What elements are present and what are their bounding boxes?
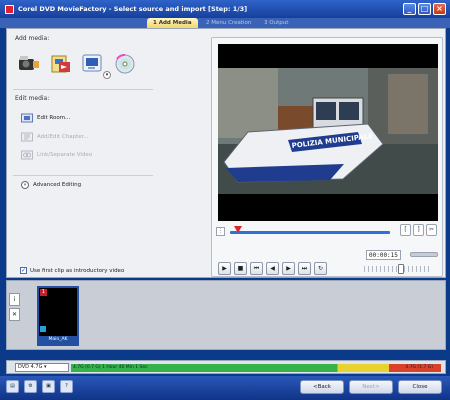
add-media-label: Add media: xyxy=(15,35,50,42)
info-icon[interactable]: i xyxy=(9,293,20,306)
left-panel: Add media: ▾ Edit media: Edit Room... Ad… xyxy=(7,29,207,277)
minimize-button[interactable]: _ xyxy=(403,3,416,15)
mark-out-button[interactable]: ] xyxy=(413,224,424,236)
step-output[interactable]: 3 Output xyxy=(258,18,294,28)
jog-slider[interactable] xyxy=(364,264,430,274)
tools-icon[interactable]: ⚙ xyxy=(24,380,37,393)
clip-type-icon xyxy=(40,326,46,332)
link-separate-video-label: Link/Separate Video xyxy=(37,152,93,158)
close-window-button[interactable]: × xyxy=(433,3,446,15)
scrub-track[interactable] xyxy=(230,231,390,234)
bottom-bar: ▤ ⚙ ▣ ? <Back Next> Close xyxy=(0,376,450,400)
volume-slider[interactable] xyxy=(410,252,438,257)
separator xyxy=(13,175,153,176)
disc-format-select[interactable]: DVD 4.7G ▾ xyxy=(15,363,69,372)
next-button[interactable]: Next> xyxy=(349,380,393,394)
delete-icon[interactable]: ✕ xyxy=(9,308,20,321)
split-icon[interactable]: ✂ xyxy=(426,224,437,236)
clip-caption: Main_AK xyxy=(39,336,77,344)
close-button[interactable]: Close xyxy=(398,380,442,394)
timecode-display[interactable]: 00:00:15 xyxy=(366,250,401,260)
clip-strip: i ✕ 1 Main_AK xyxy=(6,280,446,350)
add-media-toolbar: ▾ xyxy=(17,53,137,79)
clip-thumbnail[interactable]: 1 Main_AK xyxy=(37,286,79,346)
expand-icon: » xyxy=(21,181,29,189)
project-settings-icon[interactable]: ▤ xyxy=(6,380,19,393)
video-frame-image: POLIZIA MUNICIPALE xyxy=(218,44,438,221)
previous-frame-icon[interactable]: ◀ xyxy=(266,262,279,275)
strip-tools: i ✕ xyxy=(9,293,20,321)
import-disc-icon[interactable] xyxy=(113,53,137,75)
app-icon xyxy=(5,4,14,14)
film-edit-icon xyxy=(21,113,33,123)
home-icon[interactable]: ⏮ xyxy=(250,262,263,275)
window-controls: _ □ × xyxy=(403,3,446,15)
wizard-navigation: <Back Next> Close xyxy=(300,380,442,394)
capacity-text-right: 4.7G (1.7 G) xyxy=(405,365,433,370)
preferences-icon[interactable]: ▣ xyxy=(42,380,55,393)
trim-buttons: [ ] ✂ xyxy=(400,224,437,236)
repeat-icon[interactable]: ↻ xyxy=(314,262,327,275)
chevron-down-icon[interactable]: ▾ xyxy=(103,71,111,79)
back-button[interactable]: <Back xyxy=(300,380,344,394)
stop-icon[interactable]: ■ xyxy=(234,262,247,275)
link-icon xyxy=(21,150,33,160)
import-dvd-video-icon[interactable]: ▾ xyxy=(81,53,111,79)
link-separate-video-button[interactable]: Link/Separate Video xyxy=(21,150,92,160)
title-bar: Corel DVD MovieFactory - Select source a… xyxy=(0,0,450,18)
mark-icon[interactable]: ⋮ xyxy=(216,227,225,236)
add-edit-chapter-button[interactable]: Add/Edit Chapter... xyxy=(21,132,89,142)
add-edit-chapter-label: Add/Edit Chapter... xyxy=(37,134,89,140)
play-icon[interactable]: ▶ xyxy=(218,262,231,275)
end-icon[interactable]: ⏭ xyxy=(298,262,311,275)
mark-in-button[interactable]: [ xyxy=(400,224,411,236)
playback-controls: ▶ ■ ⏮ ◀ ▶ ⏭ ↻ xyxy=(218,262,327,275)
use-first-clip-checkbox[interactable]: ✓ xyxy=(20,267,27,274)
disc-format-value: DVD 4.7G xyxy=(18,364,43,370)
disc-capacity-bar: DVD 4.7G ▾ 4.7G (0.7 G) 1 Hour 46 Min 1 … xyxy=(6,360,446,374)
scrubber-row: ⋮ [ ] ✂ xyxy=(216,224,440,238)
use-first-clip-label: Use first clip as introductory video xyxy=(30,267,125,274)
advanced-editing-toggle[interactable]: » Advanced Editing xyxy=(21,181,81,189)
edit-room-label: Edit Room... xyxy=(37,115,71,121)
step-bar: 1 Add Media 2 Menu Creation 3 Output xyxy=(0,18,450,28)
use-first-clip-row[interactable]: ✓ Use first clip as introductory video xyxy=(20,267,124,274)
import-video-icon[interactable] xyxy=(49,53,73,75)
separator xyxy=(13,89,153,90)
edit-media-label: Edit media: xyxy=(15,95,50,102)
maximize-button[interactable]: □ xyxy=(418,3,431,15)
bottom-tools: ▤ ⚙ ▣ ? xyxy=(6,380,73,393)
edit-room-button[interactable]: Edit Room... xyxy=(21,113,70,123)
capacity-text-left: 4.7G (0.7 G) 1 Hour 46 Min 1 Sec xyxy=(73,365,148,370)
video-preview: POLIZIA MUNICIPALE xyxy=(218,44,438,221)
main-panel: Add media: ▾ Edit media: Edit Room... Ad… xyxy=(6,28,446,278)
window-title: Corel DVD MovieFactory - Select source a… xyxy=(18,5,248,13)
next-frame-icon[interactable]: ▶ xyxy=(282,262,295,275)
clip-number-badge: 1 xyxy=(40,289,47,296)
scrub-handle-icon[interactable] xyxy=(234,226,242,233)
capture-video-icon[interactable] xyxy=(17,53,41,75)
preview-panel: POLIZIA MUNICIPALE ⋮ [ ] ✂ 00:00:15 ▶ ■ … xyxy=(211,37,443,277)
help-icon[interactable]: ? xyxy=(60,380,73,393)
step-add-media[interactable]: 1 Add Media xyxy=(147,18,198,28)
chapter-icon xyxy=(21,132,33,142)
jog-knob[interactable] xyxy=(398,264,404,274)
step-menu-creation[interactable]: 2 Menu Creation xyxy=(200,18,257,28)
advanced-editing-label: Advanced Editing xyxy=(33,182,82,188)
